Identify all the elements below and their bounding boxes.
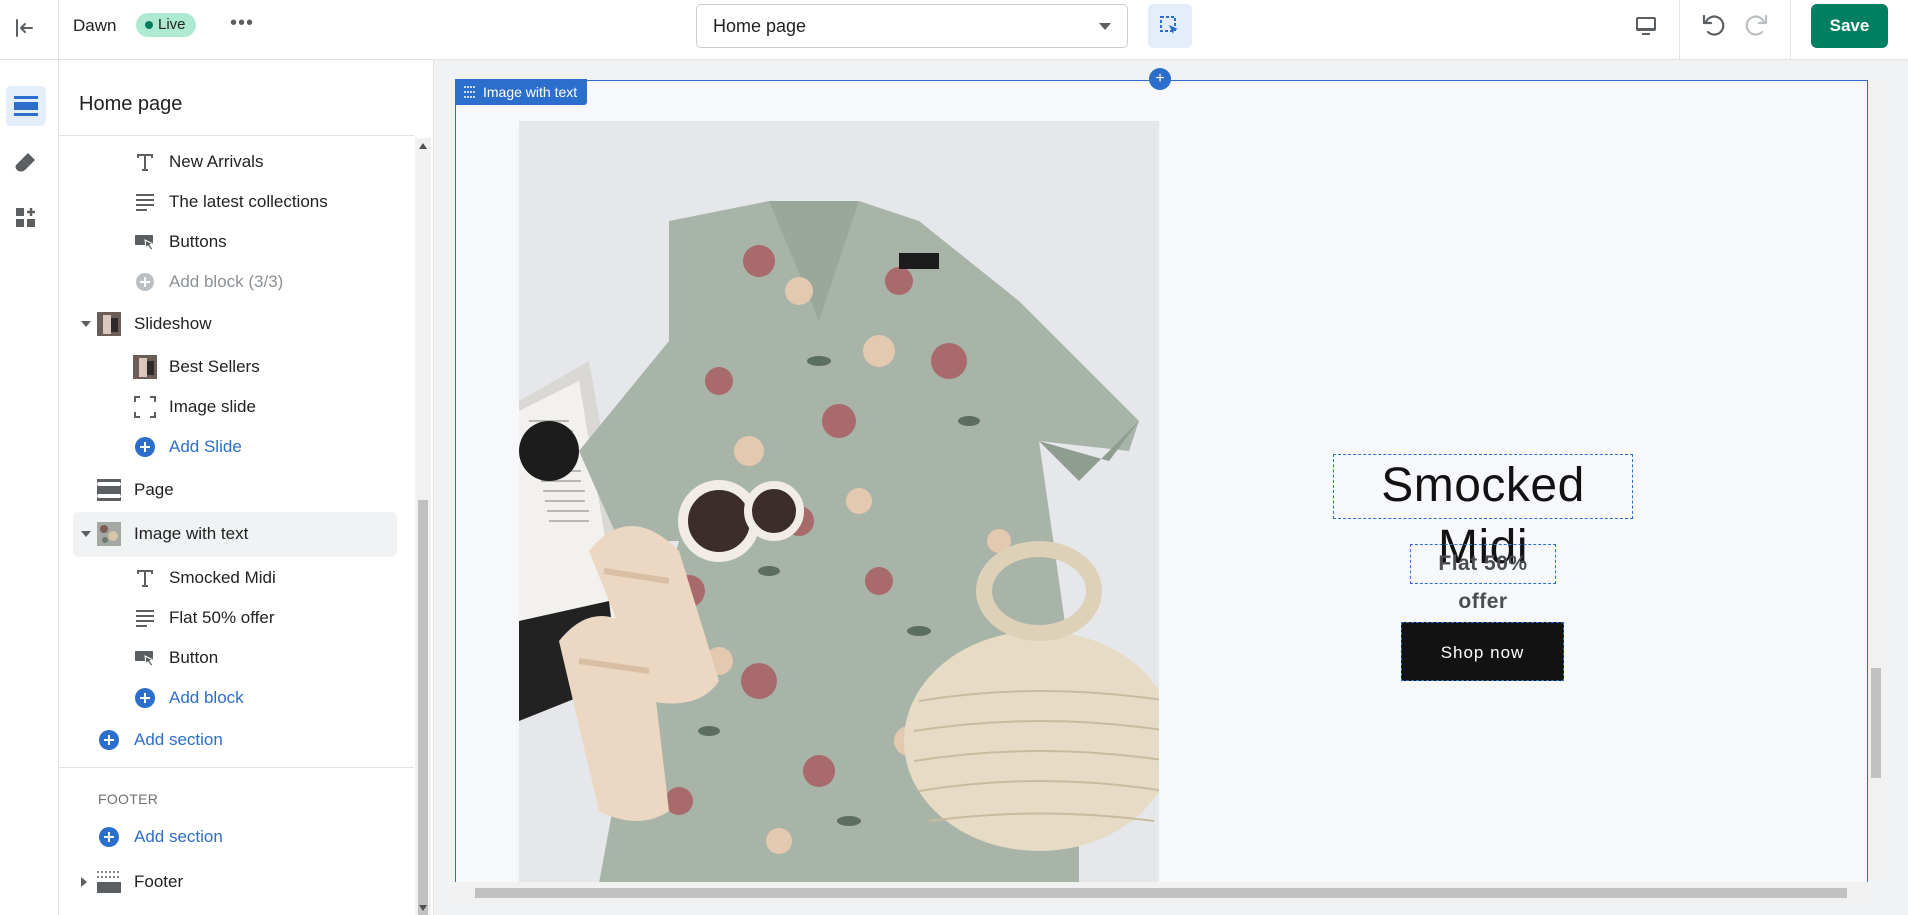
add-section-label: Add section — [134, 730, 223, 749]
add-slide-button[interactable]: Add Slide — [59, 427, 399, 467]
divider — [1790, 0, 1791, 60]
block-label: Flat 50% offer — [169, 608, 275, 627]
page-select[interactable]: Home page — [696, 4, 1128, 48]
undo-icon[interactable] — [1698, 10, 1728, 40]
more-actions-icon[interactable]: ••• — [228, 13, 256, 36]
add-block-button[interactable]: Add block — [59, 678, 399, 718]
add-section-above-icon[interactable]: + — [1149, 68, 1171, 90]
text-icon — [133, 566, 157, 590]
status-badge: Live — [136, 13, 196, 37]
block-button[interactable]: Button — [59, 638, 399, 678]
section-label: Slideshow — [134, 314, 212, 333]
divider — [59, 135, 414, 136]
add-section-button[interactable]: Add section — [59, 720, 399, 760]
button-icon — [133, 646, 157, 670]
add-section-label: Add section — [134, 827, 223, 846]
sections-icon[interactable] — [6, 86, 46, 126]
block-new-arrivals[interactable]: New Arrivals — [59, 142, 399, 182]
top-bar: Dawn Live ••• Home page Save — [0, 0, 1908, 60]
redo-icon[interactable] — [1742, 10, 1772, 40]
footer-section-icon — [97, 870, 121, 894]
block-latest-collections[interactable]: The latest collections — [59, 182, 399, 222]
apps-icon[interactable] — [6, 198, 46, 238]
theme-name: Dawn — [73, 16, 117, 35]
block-label: Add block (3/3) — [169, 272, 284, 291]
panel-scrollbar[interactable] — [415, 138, 431, 915]
section-page[interactable]: Page — [59, 470, 399, 510]
collapse-arrow-icon[interactable] — [81, 531, 91, 537]
page-select-value: Home page — [713, 16, 807, 36]
add-circle-icon — [133, 270, 157, 294]
block-label: Button — [169, 648, 219, 667]
slideshow-thumb-icon — [97, 312, 121, 336]
section-text[interactable]: Flat 50% offer — [1410, 544, 1556, 613]
block-best-sellers[interactable]: Best Sellers — [59, 347, 399, 387]
expand-arrow-icon[interactable] — [81, 877, 87, 887]
scroll-thumb[interactable] — [475, 888, 1847, 898]
add-circle-icon — [97, 825, 121, 849]
collapse-arrow-icon[interactable] — [81, 321, 91, 327]
section-tag[interactable]: Image with text — [455, 79, 588, 105]
save-button[interactable]: Save — [1811, 4, 1888, 48]
section-footer[interactable]: Footer — [59, 862, 399, 902]
scroll-up-icon[interactable] — [419, 143, 427, 149]
block-label: The latest collections — [169, 192, 328, 211]
block-label: Buttons — [169, 232, 227, 251]
scroll-thumb[interactable] — [1871, 668, 1881, 778]
sections-panel: Home page New Arrivals The latest collec… — [59, 60, 434, 915]
paragraph-icon — [133, 606, 157, 630]
section-tag-label: Image with text — [483, 84, 578, 100]
scroll-down-icon[interactable] — [419, 905, 427, 911]
image-thumb-icon — [133, 355, 157, 379]
page-section-icon — [97, 478, 121, 502]
block-image-slide[interactable]: Image slide — [59, 387, 399, 427]
section-image-with-text[interactable]: Image with text — [59, 514, 399, 554]
product-image[interactable] — [519, 121, 1159, 883]
block-smocked-midi[interactable]: Smocked Midi — [59, 558, 399, 598]
preview-frame[interactable]: Smocked Midi Flat 50% offer Shop now — [455, 80, 1868, 892]
block-buttons[interactable]: Buttons — [59, 222, 399, 262]
inspector-toggle-button[interactable] — [1148, 4, 1192, 48]
divider — [59, 767, 414, 768]
text-icon — [133, 150, 157, 174]
block-label: Smocked Midi — [169, 568, 276, 587]
section-label: Image with text — [134, 524, 249, 543]
divider — [1679, 0, 1680, 60]
block-label: New Arrivals — [169, 152, 264, 171]
preview-vertical-scrollbar[interactable] — [1868, 80, 1884, 880]
section-label: Page — [134, 480, 174, 499]
left-rail — [0, 60, 59, 915]
panel-title: Home page — [79, 93, 183, 115]
select-cursor-icon — [1160, 16, 1178, 34]
section-tag-icon — [464, 86, 476, 98]
button-icon — [133, 230, 157, 254]
add-circle-icon — [133, 435, 157, 459]
block-flat-offer[interactable]: Flat 50% offer — [59, 598, 399, 638]
image-placeholder-icon — [133, 395, 157, 419]
footer-add-section-button[interactable]: Add section — [59, 817, 399, 857]
section-heading[interactable]: Smocked Midi — [1333, 454, 1633, 574]
add-circle-icon — [133, 686, 157, 710]
add-circle-icon — [97, 728, 121, 752]
block-label: Best Sellers — [169, 357, 260, 376]
add-block-label: Add block — [169, 688, 244, 707]
block-label: Image slide — [169, 397, 256, 416]
image-with-text-thumb-icon — [97, 522, 121, 546]
footer-group-label: FOOTER — [98, 791, 159, 807]
desktop-preview-icon[interactable] — [1632, 12, 1660, 40]
paragraph-icon — [133, 190, 157, 214]
shop-now-button[interactable]: Shop now — [1401, 622, 1564, 681]
add-slide-label: Add Slide — [169, 437, 242, 456]
chevron-down-icon — [1099, 23, 1111, 30]
add-block-disabled: Add block (3/3) — [59, 262, 399, 302]
paintbrush-icon[interactable] — [6, 142, 46, 182]
scroll-thumb[interactable] — [418, 500, 428, 915]
preview-horizontal-scrollbar[interactable] — [455, 882, 1868, 904]
section-label: Footer — [134, 872, 184, 891]
section-slideshow[interactable]: Slideshow — [59, 304, 399, 344]
exit-icon[interactable] — [10, 14, 38, 42]
divider — [58, 0, 59, 60]
